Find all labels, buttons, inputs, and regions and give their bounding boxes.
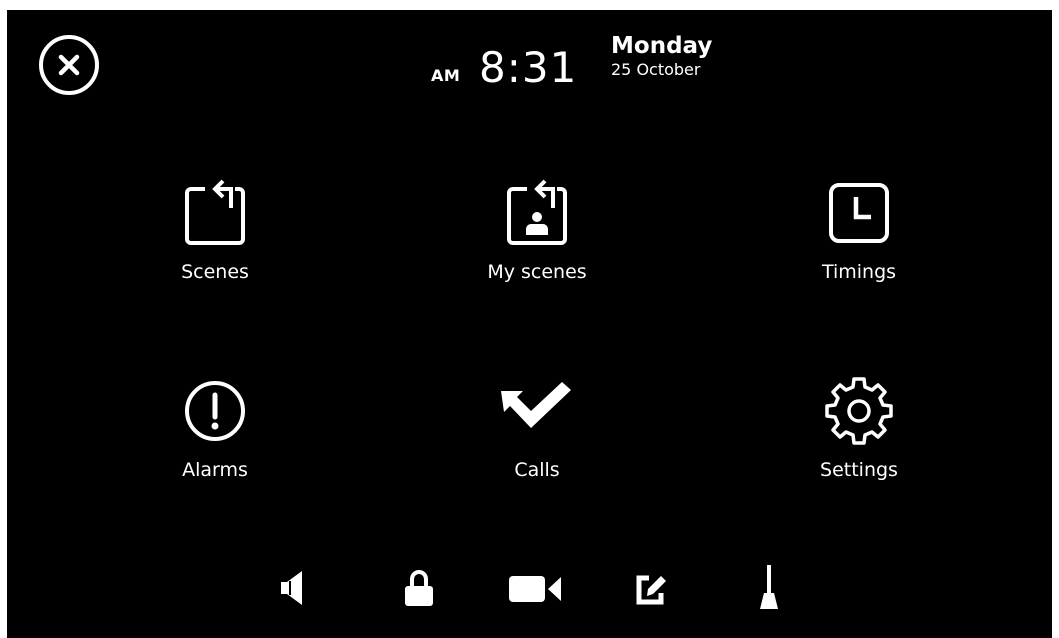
weekday-label: Monday bbox=[611, 33, 713, 59]
scenes-label: Scenes bbox=[181, 261, 249, 283]
close-icon bbox=[39, 35, 99, 95]
alert-icon bbox=[185, 381, 245, 441]
time-display: 8:31 bbox=[479, 43, 578, 92]
timings-button[interactable]: Timings bbox=[769, 173, 949, 303]
clock-icon bbox=[829, 183, 889, 243]
bottom-toolbar bbox=[7, 565, 1052, 615]
alarms-button[interactable]: Alarms bbox=[125, 371, 305, 501]
lock-button[interactable] bbox=[402, 565, 436, 611]
screen: AM 8:31 Monday 25 October Scenes My scen… bbox=[7, 10, 1052, 638]
speaker-icon bbox=[281, 571, 302, 605]
clean-button[interactable] bbox=[757, 565, 781, 611]
camera-icon bbox=[509, 576, 561, 602]
scenes-icon bbox=[185, 179, 245, 245]
calls-label: Calls bbox=[514, 459, 560, 481]
close-button[interactable] bbox=[38, 34, 100, 96]
calls-icon bbox=[501, 382, 571, 428]
date-label: 25 October bbox=[611, 60, 701, 79]
settings-button[interactable]: Settings bbox=[769, 371, 949, 501]
speaker-button[interactable] bbox=[277, 565, 309, 611]
my-scenes-button[interactable]: My scenes bbox=[447, 173, 627, 303]
edit-icon bbox=[636, 575, 666, 605]
date-block: Monday 25 October bbox=[611, 32, 712, 80]
ampm-indicator: AM bbox=[431, 66, 461, 85]
settings-label: Settings bbox=[820, 459, 898, 481]
scenes-button[interactable]: Scenes bbox=[125, 173, 305, 303]
broom-icon bbox=[760, 565, 778, 609]
calls-button[interactable]: Calls bbox=[447, 371, 627, 501]
timings-label: Timings bbox=[821, 261, 897, 283]
gear-icon bbox=[825, 377, 893, 445]
camera-button[interactable] bbox=[505, 565, 565, 611]
my-scenes-label: My scenes bbox=[487, 261, 587, 283]
my-scenes-icon bbox=[507, 179, 567, 245]
lock-icon bbox=[405, 570, 433, 606]
alarms-label: Alarms bbox=[182, 459, 248, 481]
edit-button[interactable] bbox=[633, 565, 669, 611]
